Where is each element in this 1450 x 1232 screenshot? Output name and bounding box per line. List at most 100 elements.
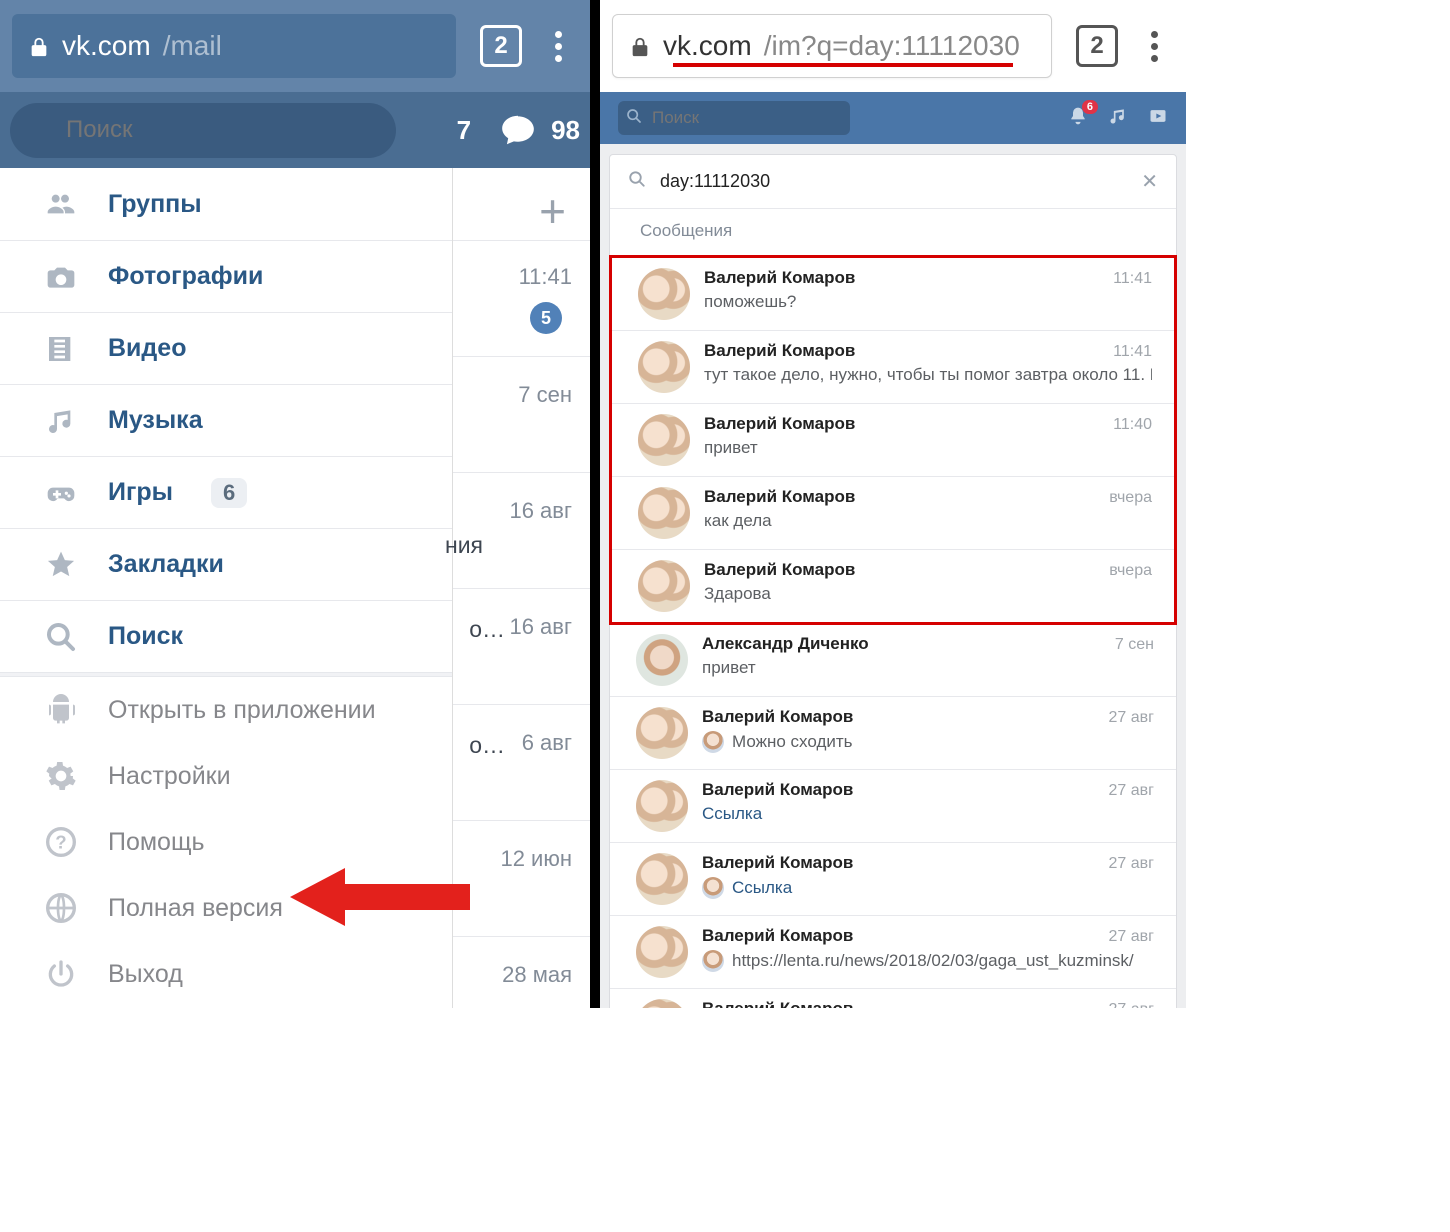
sidebar-item-search[interactable]: Поиск [0,600,452,672]
browser-chrome: vk.com/im?q=day:11112030 2 [600,0,1186,92]
search-results-card: ✕ Сообщения Валерий Комаров 11:41 поможе… [609,154,1177,1008]
message-body: Можно сходить [702,731,1154,753]
sidebar-item-label: Группы [108,190,202,219]
message-sender: Валерий Комаров [704,560,855,580]
messages-count: 98 [551,115,580,146]
message-row[interactable]: Валерий Комаров 27 авг [610,989,1176,1008]
sidebar-item-label: Выход [108,960,183,989]
sidebar-item-label: Полная версия [108,894,283,923]
message-row[interactable]: Валерий Комаров 11:40 привет [612,404,1174,477]
lock-icon [28,34,50,58]
avatar [636,853,688,905]
section-label: Сообщения [610,209,1176,256]
plus-icon[interactable]: + [539,184,566,238]
close-icon[interactable]: ✕ [1141,169,1158,194]
gear-icon [44,760,78,792]
music-icon[interactable] [1108,106,1128,131]
message-time: 27 авг [1109,928,1154,946]
menu-icon[interactable] [1134,25,1174,67]
sidebar-menu: Группы Фотографии Видео Музыка Игры 6 [0,168,452,1008]
message-sender: Валерий Комаров [702,707,853,727]
annotation-underline [673,63,1013,67]
strip-time: 11:41 [519,264,572,290]
header-search-input[interactable] [618,101,850,135]
message-row[interactable]: Валерий Комаров 27 авг Ссылка [610,770,1176,843]
sidebar-item-bookmarks[interactable]: Закладки [0,528,452,600]
sidebar-item-label: Видео [108,334,186,363]
message-row[interactable]: Валерий Комаров 11:41 тут такое дело, ну… [612,331,1174,404]
vk-top-bar: 7 98 [0,92,590,168]
messages-badge[interactable]: 98 [499,111,580,149]
tab-count[interactable]: 2 [480,25,522,67]
android-icon [44,694,78,726]
avatar [636,926,688,978]
sidebar-item-open-app[interactable]: Открыть в приложении [0,677,452,743]
search-input[interactable] [10,103,396,158]
bell-badge: 6 [1082,100,1098,114]
notifications-button[interactable]: 6 [1068,106,1088,131]
lock-icon [629,34,651,58]
sidebar-item-games[interactable]: Игры 6 [0,456,452,528]
message-sender: Валерий Комаров [702,853,853,873]
star-icon [44,549,78,581]
message-time: 11:41 [1113,270,1152,288]
strip-text: о… [445,616,505,643]
sidebar-item-label: Настройки [108,762,231,791]
message-row[interactable]: Валерий Комаров вчера как дела [612,477,1174,550]
message-row[interactable]: Валерий Комаров 27 авг https://lenta.ru/… [610,916,1176,989]
message-time: 7 сен [1115,636,1154,654]
menu-icon[interactable] [538,25,578,67]
message-row[interactable]: Валерий Комаров вчера Здарова [612,550,1174,622]
sidebar-item-photos[interactable]: Фотографии [0,240,452,312]
tab-count[interactable]: 2 [1076,25,1118,67]
strip-time: 6 авг [522,730,572,756]
help-icon: ? [44,826,78,858]
sidebar-item-full-version[interactable]: Полная версия [0,875,452,941]
strip-time: 12 июн [500,846,572,872]
message-sender: Валерий Комаров [704,414,855,434]
sidebar-item-help[interactable]: ? Помощь [0,809,452,875]
message-row[interactable]: Александр Диченко 7 сен привет [610,624,1176,697]
address-bar[interactable]: vk.com/mail [12,14,456,78]
message-body: Здарова [704,584,1152,604]
message-sender: Валерий Комаров [704,487,855,507]
avatar [636,999,688,1008]
svg-text:?: ? [55,832,66,853]
message-sender: Валерий Комаров [702,926,853,946]
games-icon [44,477,78,509]
message-sender: Валерий Комаров [702,999,853,1008]
message-row[interactable]: Валерий Комаров 11:41 поможешь? [612,258,1174,331]
mini-avatar [702,731,724,753]
message-time: вчера [1109,562,1152,580]
message-row[interactable]: Валерий Комаров 27 авг Можно сходить [610,697,1176,770]
message-body: Ссылка [702,804,1154,824]
avatar [638,341,690,393]
sidebar-item-label: Открыть в приложении [108,696,376,725]
notification-count[interactable]: 7 [457,115,471,146]
avatar [636,634,688,686]
vk-header-bar: 6 [600,92,1186,144]
sidebar-item-label: Музыка [108,406,203,435]
sidebar-item-groups[interactable]: Группы [0,168,452,240]
avatar [636,780,688,832]
sidebar-item-label: Фотографии [108,262,263,291]
message-body: привет [702,658,1154,678]
address-bar[interactable]: vk.com/im?q=day:11112030 [612,14,1052,78]
message-body: как дела [704,511,1152,531]
sidebar-item-music[interactable]: Музыка [0,384,452,456]
url-path: /mail [163,30,222,62]
sidebar-item-logout[interactable]: Выход [0,941,452,1007]
sidebar-item-settings[interactable]: Настройки [0,743,452,809]
message-time: 11:40 [1113,416,1152,434]
browser-chrome: vk.com/mail 2 [0,0,590,92]
sidebar-item-label: Помощь [108,828,205,857]
im-search-input[interactable] [660,171,1127,192]
message-body: привет [704,438,1152,458]
video-play-icon[interactable] [1148,106,1168,131]
url-domain: vk.com [62,30,151,62]
message-row[interactable]: Валерий Комаров 27 авг Ссылка [610,843,1176,916]
message-sender: Валерий Комаров [702,780,853,800]
sidebar-item-video[interactable]: Видео [0,312,452,384]
sidebar-item-label: Закладки [108,550,224,579]
search-icon [626,108,642,128]
